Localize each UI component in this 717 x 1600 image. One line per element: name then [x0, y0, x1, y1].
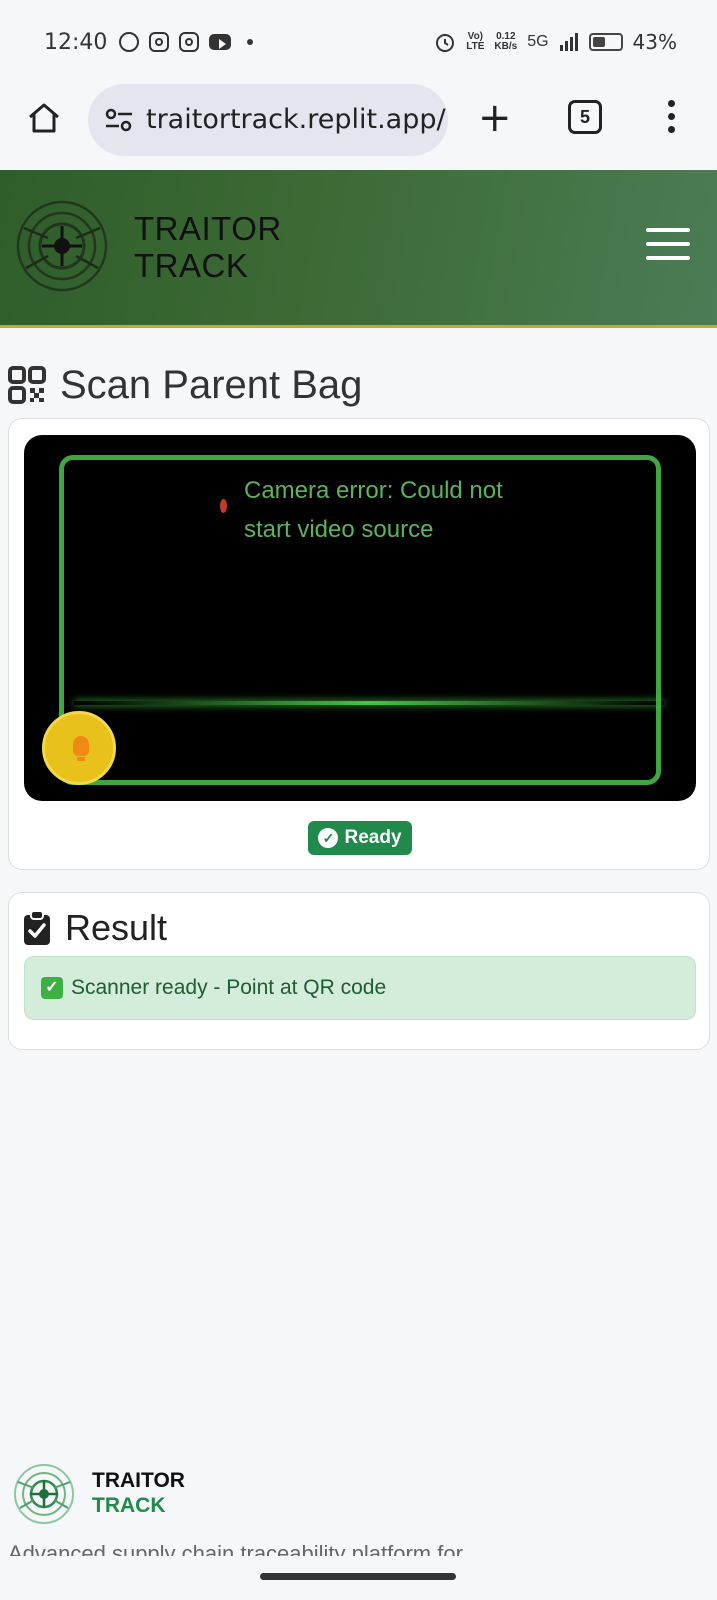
brand-name[interactable]: TRAITOR TRACK: [134, 210, 282, 284]
signal-icon: [559, 33, 578, 51]
torch-icon: [73, 736, 89, 761]
more-menu-icon[interactable]: [668, 100, 676, 139]
result-card: Result ✓ Scanner ready - Point at QR cod…: [8, 892, 710, 1050]
notification-icons: [119, 32, 254, 52]
footer-brand: TRAITOR TRACK: [92, 1468, 185, 1518]
whatsapp-icon: [119, 32, 140, 52]
torch-button[interactable]: [42, 711, 116, 785]
status-time: 12:40: [44, 29, 108, 55]
more-notifications-dot: [247, 39, 254, 45]
result-message: ✓ Scanner ready - Point at QR code: [24, 956, 696, 1020]
qr-code-icon: [8, 366, 46, 404]
address-bar[interactable]: traitortrack.replit.app/: [88, 84, 448, 156]
brand-line-1: TRAITOR: [134, 210, 282, 247]
scan-line: [74, 701, 664, 705]
battery-icon: [588, 33, 623, 51]
network-speed: 0.12 KB/s: [494, 32, 517, 52]
footer-logo-icon: [14, 1464, 74, 1524]
volte-line2: LTE: [466, 41, 485, 52]
battery-percent: 43%: [632, 30, 677, 54]
logo-icon[interactable]: [14, 198, 110, 294]
result-header: Result: [23, 907, 167, 949]
check-mark-icon: ✓: [41, 977, 63, 999]
new-tab-icon[interactable]: +: [478, 98, 512, 138]
clipboard-check-icon: [24, 910, 50, 945]
alarm-icon: [436, 34, 455, 52]
page-title: Scan Parent Bag: [8, 360, 362, 410]
status-badge: ✓ Ready: [308, 821, 412, 855]
footer-description: Advanced supply chain traceability platf…: [8, 1541, 463, 1556]
gesture-home-bar[interactable]: [260, 1573, 456, 1580]
page-title-text: Scan Parent Bag: [60, 362, 363, 407]
result-title: Result: [65, 907, 168, 948]
volte-indicator: Vo) LTE: [466, 32, 484, 52]
footer-brand-line-1: TRAITOR: [92, 1469, 185, 1492]
home-icon[interactable]: [26, 100, 62, 136]
footer-brand-line-2: TRACK: [92, 1494, 166, 1517]
scanner-card: Camera error: Could not start video sour…: [8, 418, 710, 870]
youtube-icon: [209, 34, 232, 50]
camera-viewport[interactable]: Camera error: Could not start video sour…: [24, 435, 696, 801]
app-header: TRAITOR TRACK: [0, 170, 717, 328]
browser-toolbar: traitortrack.replit.app/ + 5: [0, 84, 717, 170]
site-settings-icon[interactable]: [104, 108, 134, 132]
recording-dot: [220, 499, 227, 513]
hamburger-icon[interactable]: [646, 228, 690, 270]
status-badge-label: Ready: [344, 827, 402, 848]
network-type: 5G: [527, 33, 549, 50]
tabs-icon[interactable]: 5: [568, 100, 602, 134]
speed-unit: KB/s: [494, 41, 518, 52]
system-status: Vo) LTE 0.12 KB/s 5G 43%: [434, 0, 677, 84]
instagram-icon: [179, 32, 200, 52]
result-message-text: Scanner ready - Point at QR code: [71, 976, 387, 999]
url-text: traitortrack.replit.app/: [146, 104, 446, 135]
instagram-icon: [149, 32, 170, 52]
brand-line-2: TRACK: [134, 247, 249, 284]
status-bar: 12:40 Vo) LTE 0.12 KB/s 5G 43%: [0, 0, 717, 84]
check-circle-icon: ✓: [318, 828, 339, 848]
camera-error-text: Camera error: Could not start video sour…: [244, 477, 503, 543]
